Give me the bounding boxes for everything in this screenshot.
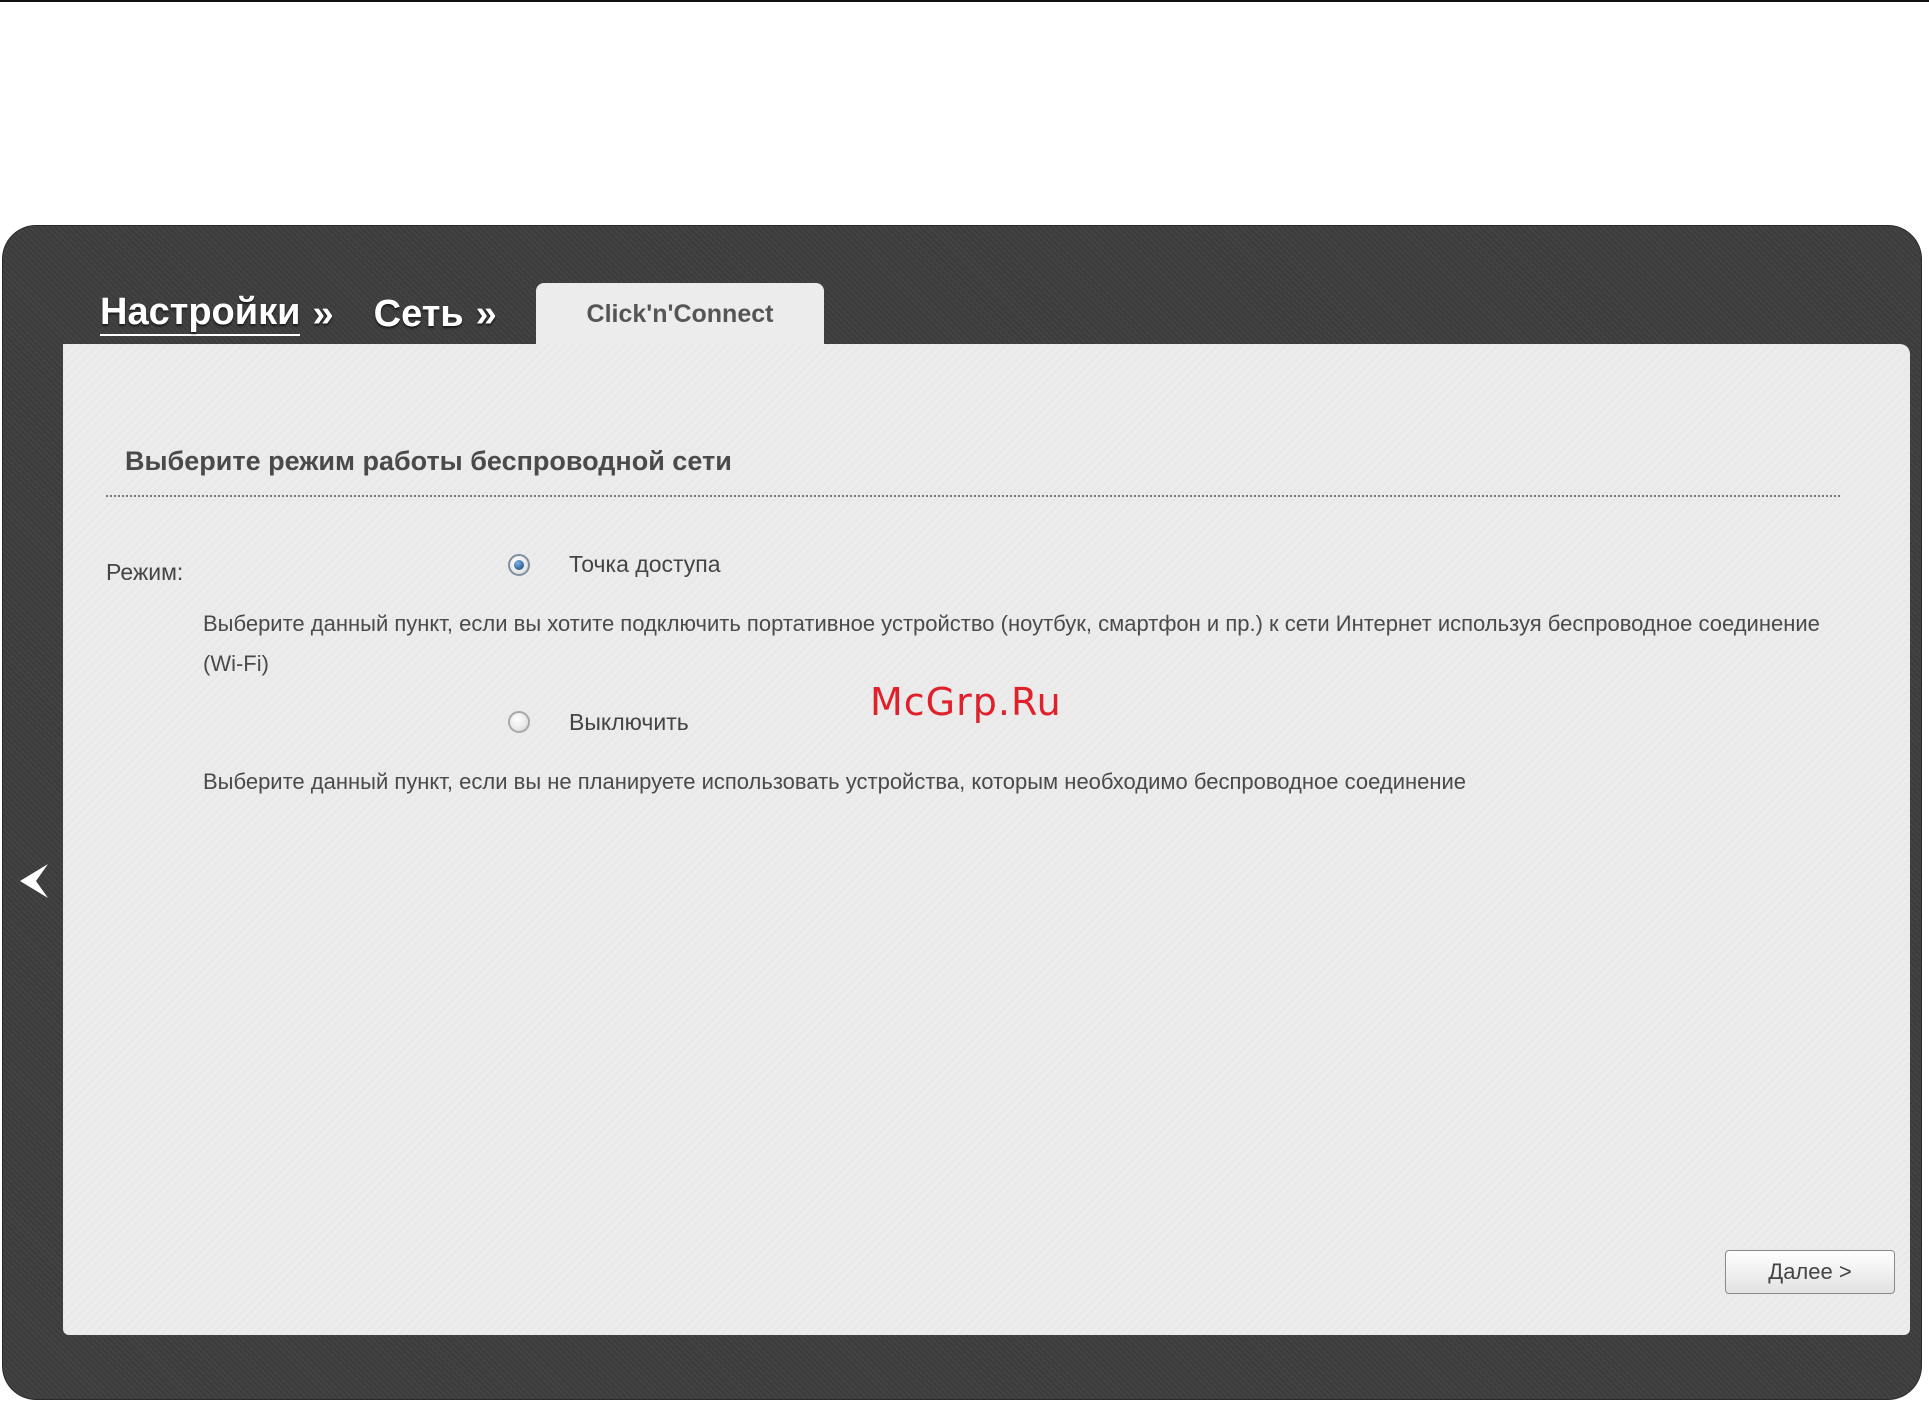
section-title: Выберите режим работы беспроводной сети bbox=[125, 446, 732, 476]
radio-access-point[interactable] bbox=[508, 554, 530, 576]
top-divider bbox=[0, 0, 1929, 2]
breadcrumb: Настройки » Сеть » bbox=[100, 284, 497, 344]
chevron-left-icon[interactable] bbox=[18, 862, 50, 900]
breadcrumb-separator: » bbox=[312, 292, 334, 335]
mode-label: Режим: bbox=[106, 559, 184, 585]
disable-label[interactable]: Выключить bbox=[569, 709, 689, 736]
content-panel bbox=[63, 344, 1910, 1335]
breadcrumb-separator: » bbox=[475, 292, 497, 335]
access-point-label[interactable]: Точка доступа bbox=[569, 551, 721, 578]
breadcrumb-settings-link[interactable]: Настройки bbox=[100, 292, 301, 336]
watermark: McGrp.Ru bbox=[870, 680, 1062, 724]
section-divider bbox=[106, 495, 1840, 497]
disable-description: Выберите данный пункт, если вы не планир… bbox=[203, 769, 1467, 794]
next-button[interactable]: Далее > bbox=[1725, 1250, 1895, 1294]
access-point-description: Выберите данный пункт, если вы хотите по… bbox=[203, 611, 1820, 676]
tab-clickn-connect[interactable]: Click'n'Connect bbox=[536, 283, 824, 345]
breadcrumb-network[interactable]: Сеть bbox=[374, 293, 464, 336]
radio-disable[interactable] bbox=[508, 711, 530, 733]
